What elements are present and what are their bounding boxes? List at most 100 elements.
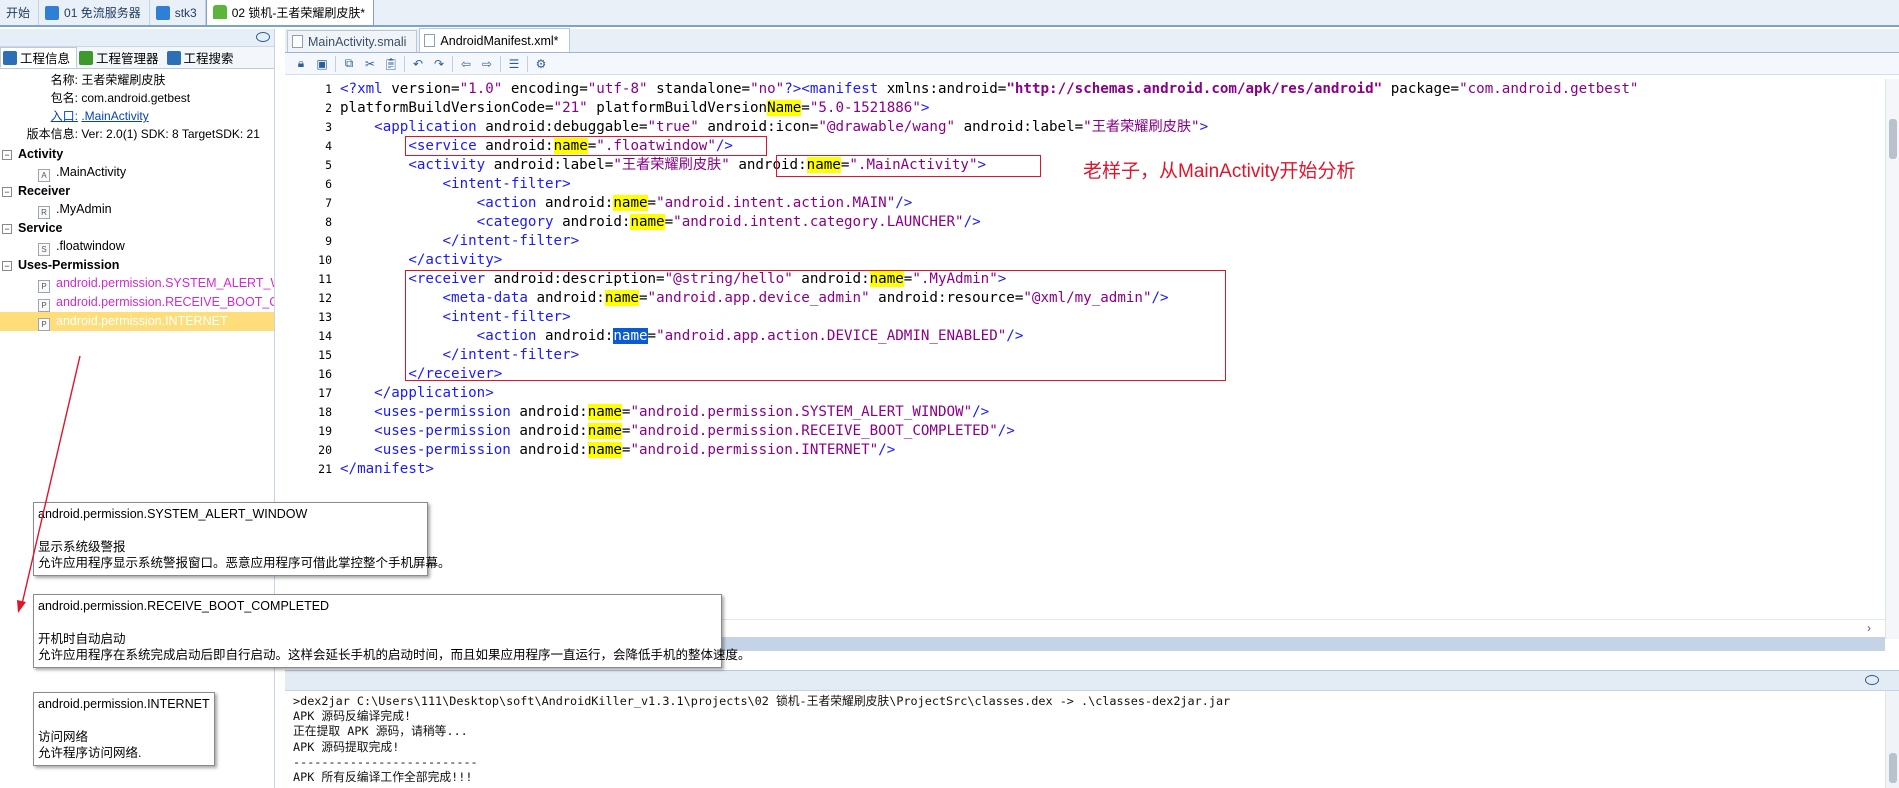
line-number: 15	[318, 348, 332, 362]
paste-icon[interactable]: 📋︎	[383, 56, 399, 72]
copy-icon[interactable]: ⧉	[341, 56, 357, 72]
redo-icon[interactable]: ↷	[431, 56, 447, 72]
tree-item-receiver[interactable]: R .MyAdmin	[0, 200, 274, 219]
tab-start[interactable]: 开始	[0, 0, 40, 25]
undo-icon[interactable]: ↶	[410, 56, 426, 72]
file-tab-manifest[interactable]: AndroidManifest.xml*	[419, 28, 570, 52]
tree-item-permission[interactable]: Pandroid.permission.SYSTEM_ALERT_WINDOW	[0, 274, 274, 293]
format-icon[interactable]: ☰	[506, 56, 522, 72]
save-icon[interactable]: ▣	[314, 56, 330, 72]
group-label: Receiver	[18, 184, 71, 198]
file-tab-label: MainActivity.smali	[308, 34, 407, 49]
tree-group-service[interactable]: − Service	[0, 219, 274, 237]
line-number: 4	[325, 139, 332, 153]
collapse-icon[interactable]: −	[2, 224, 12, 234]
code-line: <intent-filter>	[442, 176, 571, 192]
tab-label: 01 免流服务器	[64, 6, 141, 20]
log-line: >dex2jar C:\Users\111\Desktop\soft\Andro…	[293, 694, 1231, 708]
tab-project-info[interactable]: 工程信息	[0, 47, 78, 68]
tooltip-title: android.permission.RECEIVE_BOOT_COMPLETE…	[38, 599, 330, 613]
tab-label: 02 锁机-王者荣耀刷皮肤*	[231, 5, 366, 20]
tree-group-receiver[interactable]: − Receiver	[0, 182, 274, 200]
scroll-thumb[interactable]	[1889, 119, 1897, 159]
collapse-icon[interactable]: −	[2, 150, 12, 160]
tab-project-search[interactable]: 工程搜索	[165, 47, 240, 68]
log-line: APK 源码反编译完成!	[293, 709, 412, 724]
info-value: 王者荣耀刷皮肤	[81, 73, 166, 87]
info-icon	[3, 50, 17, 65]
toolbar-divider	[452, 55, 453, 72]
tab-label: 工程管理器	[96, 52, 159, 66]
settings-icon[interactable]: ⚙	[533, 56, 549, 72]
android-killer-window: 开始 01 免流服务器 stk3 02 锁机-王者荣耀刷皮肤* 工程信息 工程管…	[0, 0, 1899, 788]
tree-item-permission-selected[interactable]: Pandroid.permission.INTERNET	[0, 312, 274, 331]
tab-project-manager[interactable]: 工程管理器	[77, 47, 165, 68]
forward-icon[interactable]: ⇨	[479, 56, 495, 72]
item-label: .floatwindow	[56, 239, 125, 253]
lock-icon[interactable]: 🔒︎	[293, 56, 309, 72]
collapse-icon[interactable]: −	[2, 187, 12, 197]
code-line: <application android:debuggable="true" a…	[374, 119, 1209, 135]
log-line: 正在提取 APK 源码，请稍等...	[293, 724, 468, 739]
chevron-right-icon[interactable]: ›	[1867, 621, 1871, 635]
file-icon: A	[38, 169, 50, 182]
collapse-icon[interactable]: −	[2, 261, 12, 271]
tab-current-project[interactable]: 02 锁机-王者荣耀刷皮肤*	[205, 0, 375, 25]
log-line: APK 源码提取完成!	[293, 739, 400, 754]
code-line: <uses-permission android:name="android.p…	[374, 404, 990, 420]
output-panel: >dex2jar C:\Users\111\Desktop\soft\Andro…	[285, 670, 1899, 788]
annotation-box-receiver	[405, 270, 1226, 381]
tree-group-permissions[interactable]: − Uses-Permission	[0, 256, 274, 274]
info-name-row: 名称: 王者荣耀刷皮肤	[0, 71, 274, 89]
tab-free-server[interactable]: 01 免流服务器	[39, 0, 150, 25]
tooltip-desc: 允许应用程序显示系统警报窗口。恶意应用程序可借此掌控整个手机屏幕。	[38, 556, 451, 571]
entry-link[interactable]: 入口:	[0, 107, 78, 125]
back-icon[interactable]: ⇦	[458, 56, 474, 72]
item-label: android.permission.SYSTEM_ALERT_WINDOW	[56, 276, 274, 290]
cut-icon[interactable]: ✂	[362, 56, 378, 72]
file-tab-mainactivity[interactable]: MainActivity.smali	[287, 30, 418, 52]
line-number: 8	[325, 215, 332, 229]
eye-icon[interactable]	[1865, 675, 1879, 685]
info-key: 名称:	[50, 73, 78, 87]
permission-tooltip: android.permission.RECEIVE_BOOT_COMPLETE…	[33, 594, 751, 668]
info-entry-row: 入口: .MainActivity	[0, 107, 274, 125]
code-view[interactable]: 1 2 3 4 5 6 7 8 9 10 11 12 13 14 15 16 17 18 19 20 21 <?xml …	[285, 79, 1885, 619]
tooltip-desc: 允许应用程序在系统完成启动后即自行启动。这样会延长手机的启动时间，而且如果应用程…	[38, 648, 751, 663]
info-package-row: 包名: com.android.getbest	[0, 89, 274, 107]
scroll-thumb[interactable]	[1889, 753, 1897, 783]
line-number: 9	[325, 234, 332, 248]
line-number: 17	[318, 386, 332, 400]
line-number: 2	[325, 101, 332, 115]
project-info: 名称: 王者荣耀刷皮肤 包名: com.android.getbest 入口: …	[0, 69, 274, 143]
line-number: 12	[318, 291, 332, 305]
editor-toolbar: 🔒︎ ▣ ⧉ ✂ 📋︎ ↶ ↷ ⇦ ⇨ ☰ ⚙	[285, 53, 1899, 75]
file-icon: S	[38, 243, 50, 256]
project-icon	[45, 5, 60, 20]
entry-value[interactable]: .MainActivity	[81, 109, 148, 123]
line-number: 11	[318, 272, 332, 286]
code-line: </application>	[374, 385, 494, 401]
tab-stk3[interactable]: stk3	[150, 0, 206, 25]
vertical-scrollbar[interactable]	[1885, 79, 1899, 639]
line-number: 1	[325, 82, 332, 96]
eye-icon[interactable]	[256, 32, 270, 42]
tree-item-service[interactable]: S .floatwindow	[0, 237, 274, 256]
line-number: 3	[325, 120, 332, 134]
line-number: 6	[325, 177, 332, 191]
permission-tooltip: android.permission.INTERNET 访问网络 允许程序访问网…	[33, 692, 215, 766]
output-scrollbar[interactable]	[1885, 691, 1899, 788]
item-label: android.permission.INTERNET	[56, 314, 228, 328]
line-number: 13	[318, 310, 332, 324]
search-icon	[166, 50, 181, 65]
annotation-box-service	[405, 136, 767, 156]
file-icon: P	[38, 318, 50, 331]
tree-item-permission[interactable]: Pandroid.permission.RECEIVE_BOOT_COMPLET…	[0, 293, 274, 312]
manager-icon	[79, 50, 94, 65]
code-line: <?xml version="1.0" encoding="utf-8" sta…	[340, 81, 1639, 97]
line-number: 18	[318, 405, 332, 419]
code-line: <category android:name="android.intent.c…	[476, 214, 981, 230]
tree-item-activity[interactable]: A .MainActivity	[0, 163, 274, 182]
tree-group-activity[interactable]: − Activity	[0, 145, 274, 163]
line-number: 5	[325, 158, 332, 172]
